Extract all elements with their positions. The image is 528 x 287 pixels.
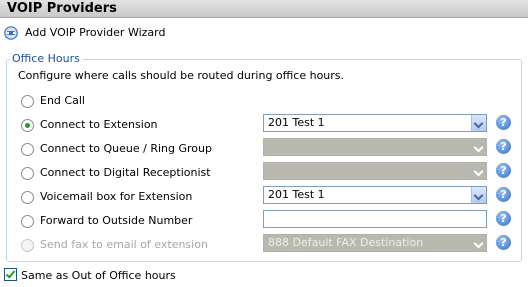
connect-to-queue-radio[interactable]: [21, 143, 34, 156]
help-icon[interactable]: ?: [496, 163, 511, 178]
page-header: VOIP Providers: [0, 0, 528, 18]
help-icon[interactable]: ?: [496, 115, 511, 130]
voicemail-extension-select-value: 201 Test 1: [268, 188, 325, 201]
chevron-down-icon[interactable]: [471, 187, 486, 203]
connect-to-digital-receptionist-radio[interactable]: [21, 167, 34, 180]
voicemail-extension-select[interactable]: 201 Test 1: [263, 186, 487, 204]
help-icon[interactable]: ?: [496, 211, 511, 226]
connect-to-queue-label: Connect to Queue / Ring Group: [40, 142, 212, 155]
option-connect-to-extension: Connect to Extension 201 Test 1 ?: [0, 114, 528, 137]
help-icon[interactable]: ?: [496, 139, 511, 154]
extension-select-value: 201 Test 1: [268, 116, 325, 129]
option-end-call: End Call: [0, 93, 528, 113]
wizard-icon: [4, 26, 18, 40]
same-as-out-of-office-label: Same as Out of Office hours: [21, 269, 176, 282]
option-voicemail-box: Voicemail box for Extension 201 Test 1 ?: [0, 186, 528, 209]
forward-outside-number-radio[interactable]: [21, 215, 34, 228]
add-voip-provider-wizard-link[interactable]: Add VOIP Provider Wizard: [4, 25, 165, 41]
end-call-label: End Call: [40, 94, 85, 107]
help-icon[interactable]: ?: [496, 187, 511, 202]
fax-destination-select-value: 888 Default FAX Destination: [268, 236, 424, 249]
connect-to-extension-radio[interactable]: [21, 119, 34, 132]
connect-to-digital-receptionist-label: Connect to Digital Receptionist: [40, 166, 211, 179]
office-hours-description: Configure where calls should be routed d…: [18, 69, 345, 82]
voicemail-box-radio[interactable]: [21, 191, 34, 204]
wizard-link-label: Add VOIP Provider Wizard: [25, 26, 166, 39]
chevron-down-icon[interactable]: [471, 139, 486, 155]
queue-select[interactable]: [263, 138, 487, 156]
digital-receptionist-select[interactable]: [263, 162, 487, 180]
same-as-out-of-office-checkbox[interactable]: [4, 268, 17, 281]
chevron-down-icon[interactable]: [471, 235, 486, 251]
chevron-down-icon[interactable]: [471, 115, 486, 131]
option-connect-to-digital-receptionist: Connect to Digital Receptionist ?: [0, 162, 528, 185]
option-send-fax-to-email: Send fax to email of extension 888 Defau…: [0, 234, 528, 257]
forward-outside-number-label: Forward to Outside Number: [40, 214, 193, 227]
help-icon[interactable]: ?: [496, 235, 511, 250]
chevron-down-icon[interactable]: [471, 163, 486, 179]
page-title: VOIP Providers: [7, 1, 117, 16]
option-connect-to-queue: Connect to Queue / Ring Group ?: [0, 138, 528, 161]
send-fax-label: Send fax to email of extension: [40, 238, 208, 251]
office-hours-legend: Office Hours: [10, 52, 82, 66]
fax-destination-select[interactable]: 888 Default FAX Destination: [263, 234, 487, 252]
voicemail-box-label: Voicemail box for Extension: [40, 190, 193, 203]
connect-to-extension-label: Connect to Extension: [40, 118, 158, 131]
end-call-radio[interactable]: [21, 95, 34, 108]
send-fax-radio[interactable]: [21, 239, 34, 252]
extension-select[interactable]: 201 Test 1: [263, 114, 487, 132]
option-forward-outside-number: Forward to Outside Number ?: [0, 210, 528, 233]
outside-number-input[interactable]: [263, 210, 487, 228]
